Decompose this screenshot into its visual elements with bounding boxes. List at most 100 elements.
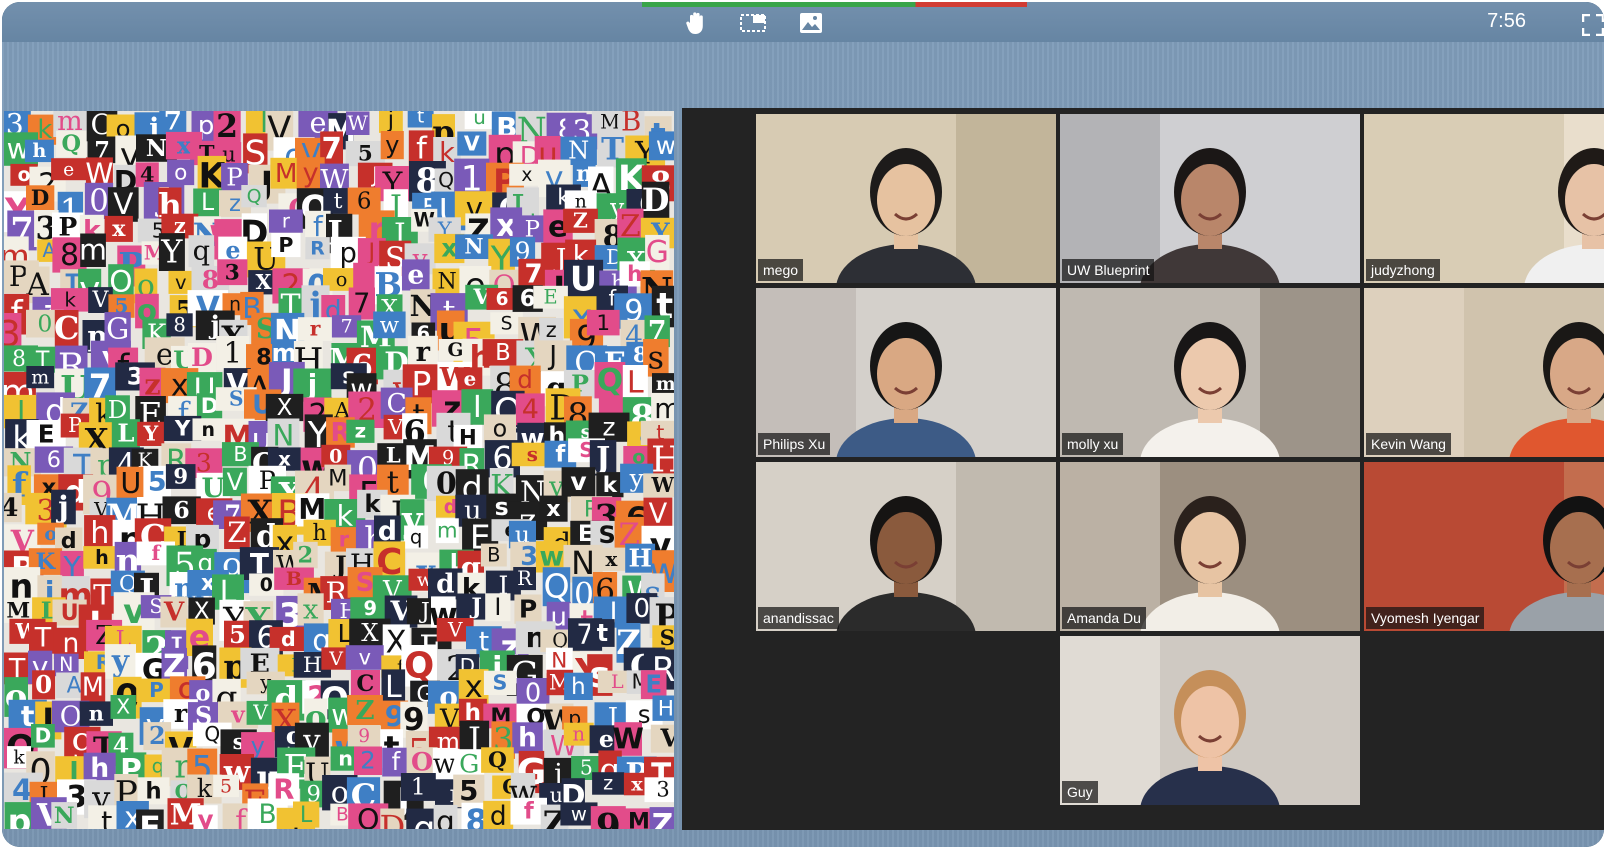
region-select-icon[interactable] bbox=[738, 10, 768, 36]
puzzle-piece-glyph: C bbox=[356, 671, 374, 697]
puzzle-piece-glyph: V bbox=[92, 288, 110, 313]
puzzle-piece-glyph: S bbox=[356, 568, 375, 598]
video-tile[interactable]: molly xu bbox=[1060, 288, 1360, 457]
puzzle-piece-glyph: y bbox=[385, 131, 399, 159]
participant-name: Philips Xu bbox=[758, 433, 831, 455]
puzzle-piece-glyph: s bbox=[495, 493, 509, 521]
puzzle-piece-glyph: x bbox=[441, 234, 457, 263]
puzzle-piece-glyph: T bbox=[34, 623, 52, 654]
puzzle-piece-glyph: 0 bbox=[634, 594, 651, 624]
puzzle-piece-glyph: v bbox=[570, 467, 586, 496]
puzzle-piece-glyph: d bbox=[444, 497, 457, 518]
puzzle-piece-glyph: J bbox=[469, 594, 482, 620]
puzzle-piece-glyph: k bbox=[364, 490, 381, 518]
video-tile[interactable]: Kevin Wang bbox=[1364, 288, 1604, 457]
video-tile[interactable]: Amanda Du bbox=[1060, 462, 1360, 631]
video-tile[interactable]: mego bbox=[756, 114, 1056, 283]
video-tile[interactable]: Guy bbox=[1060, 636, 1360, 805]
puzzle-piece-glyph: Y bbox=[174, 417, 191, 442]
puzzle-piece-glyph: Q bbox=[597, 362, 623, 398]
video-feed bbox=[756, 462, 1056, 631]
video-tile[interactable]: judyzhong bbox=[1364, 114, 1604, 283]
puzzle-piece-glyph: f bbox=[392, 747, 402, 776]
puzzle-piece-glyph: r bbox=[339, 527, 350, 552]
puzzle-piece-glyph: q bbox=[410, 526, 422, 549]
video-feed bbox=[1060, 288, 1360, 457]
puzzle-piece-glyph: N bbox=[437, 270, 456, 295]
puzzle-piece-glyph: Z bbox=[355, 695, 374, 726]
puzzle-piece-glyph: r bbox=[310, 317, 321, 341]
hand-icon[interactable] bbox=[682, 10, 712, 36]
puzzle-piece-glyph: 0 bbox=[89, 183, 109, 219]
puzzle-piece-glyph: Q bbox=[438, 168, 454, 192]
video-feed bbox=[1060, 636, 1360, 805]
puzzle-piece-glyph: D bbox=[201, 394, 219, 419]
letter-collage-puzzle[interactable]: 3kmOoj7p2IVeMWjtpuBN83MBtwhQ7yNxTuSoV75y… bbox=[4, 111, 674, 829]
puzzle-piece-glyph: f bbox=[555, 442, 566, 468]
puzzle-piece-glyph: d bbox=[61, 528, 77, 554]
puzzle-piece-glyph: x bbox=[303, 594, 319, 626]
puzzle-piece-glyph: t bbox=[334, 189, 343, 214]
puzzle-piece-glyph: L bbox=[627, 366, 644, 401]
puzzle-piece-glyph: M bbox=[82, 673, 104, 703]
puzzle-piece-glyph: 0 bbox=[35, 670, 52, 699]
puzzle-piece-glyph: f bbox=[151, 541, 161, 565]
puzzle-piece-glyph: V bbox=[464, 131, 480, 155]
image-icon[interactable] bbox=[796, 10, 826, 36]
video-tile[interactable]: Vyomesh Iyengar bbox=[1364, 462, 1604, 631]
puzzle-pieces[interactable]: 3kmOoj7p2IVeMWjtpuBN83MBtwhQ7yNxTuSoV75y… bbox=[4, 111, 674, 829]
puzzle-piece-glyph: U bbox=[570, 260, 597, 299]
puzzle-piece-glyph: D bbox=[31, 185, 49, 210]
puzzle-piece-glyph: v bbox=[230, 702, 245, 729]
puzzle-piece-glyph: W bbox=[347, 111, 368, 135]
participant-name: Amanda Du bbox=[1062, 607, 1146, 629]
puzzle-piece-glyph: L bbox=[611, 670, 624, 693]
puzzle-piece-glyph: v bbox=[175, 271, 187, 294]
puzzle-piece-glyph: n bbox=[201, 419, 214, 441]
puzzle-piece-glyph: w bbox=[571, 802, 587, 825]
puzzle-piece-glyph: t bbox=[417, 111, 424, 128]
puzzle-piece-glyph: R bbox=[517, 567, 533, 590]
puzzle-piece-glyph: N bbox=[54, 803, 75, 829]
participant-name: mego bbox=[758, 259, 804, 281]
puzzle-piece-glyph: u bbox=[473, 111, 486, 129]
puzzle-piece-glyph: q bbox=[193, 236, 210, 267]
video-feed bbox=[1364, 114, 1604, 283]
puzzle-piece-glyph: v bbox=[359, 645, 371, 669]
puzzle-piece-glyph: Y bbox=[160, 233, 183, 271]
puzzle-piece-glyph: h bbox=[145, 778, 161, 804]
puzzle-piece-glyph: x bbox=[606, 547, 618, 571]
fullscreen-icon[interactable] bbox=[1581, 13, 1604, 37]
puzzle-piece-glyph: E bbox=[38, 420, 55, 449]
puzzle-piece-glyph: n bbox=[89, 701, 104, 726]
puzzle-piece-glyph: f bbox=[524, 799, 535, 825]
video-tile[interactable]: anandissac bbox=[756, 462, 1056, 631]
puzzle-piece-glyph: H bbox=[459, 424, 477, 449]
video-feed bbox=[1364, 462, 1604, 631]
puzzle-piece-glyph: H bbox=[303, 653, 322, 678]
puzzle-piece-glyph: D bbox=[380, 808, 406, 829]
video-tile[interactable]: UW Blueprint bbox=[1060, 114, 1360, 283]
puzzle-piece-glyph: N bbox=[571, 544, 595, 582]
puzzle-piece-glyph: B bbox=[286, 567, 302, 590]
puzzle-piece-glyph: A bbox=[67, 674, 82, 699]
puzzle-piece-glyph: 5 bbox=[148, 467, 167, 498]
clock: 7:56 bbox=[1487, 10, 1526, 32]
puzzle-piece-glyph: 6 bbox=[496, 289, 509, 310]
participant-name: anandissac bbox=[758, 607, 839, 629]
puzzle-piece-glyph: x bbox=[177, 132, 192, 159]
puzzle-piece-glyph: 0 bbox=[329, 445, 342, 467]
puzzle-piece-glyph: d bbox=[517, 365, 533, 394]
puzzle-piece-glyph: M bbox=[600, 111, 620, 133]
puzzle-piece-glyph: e bbox=[464, 367, 477, 391]
puzzle-piece-glyph: k bbox=[603, 473, 618, 498]
puzzle-piece-glyph: X bbox=[277, 395, 293, 421]
puzzle-piece-glyph: j bbox=[387, 111, 395, 133]
video-tile[interactable]: Philips Xu bbox=[756, 288, 1056, 457]
puzzle-piece-glyph: S bbox=[493, 671, 508, 695]
puzzle-piece-glyph: y bbox=[197, 805, 213, 829]
participant-name: UW Blueprint bbox=[1062, 259, 1155, 281]
puzzle-piece-glyph: W bbox=[651, 473, 674, 497]
puzzle-piece-glyph: 6 bbox=[173, 496, 189, 524]
puzzle-piece-glyph: 1 bbox=[411, 773, 426, 801]
